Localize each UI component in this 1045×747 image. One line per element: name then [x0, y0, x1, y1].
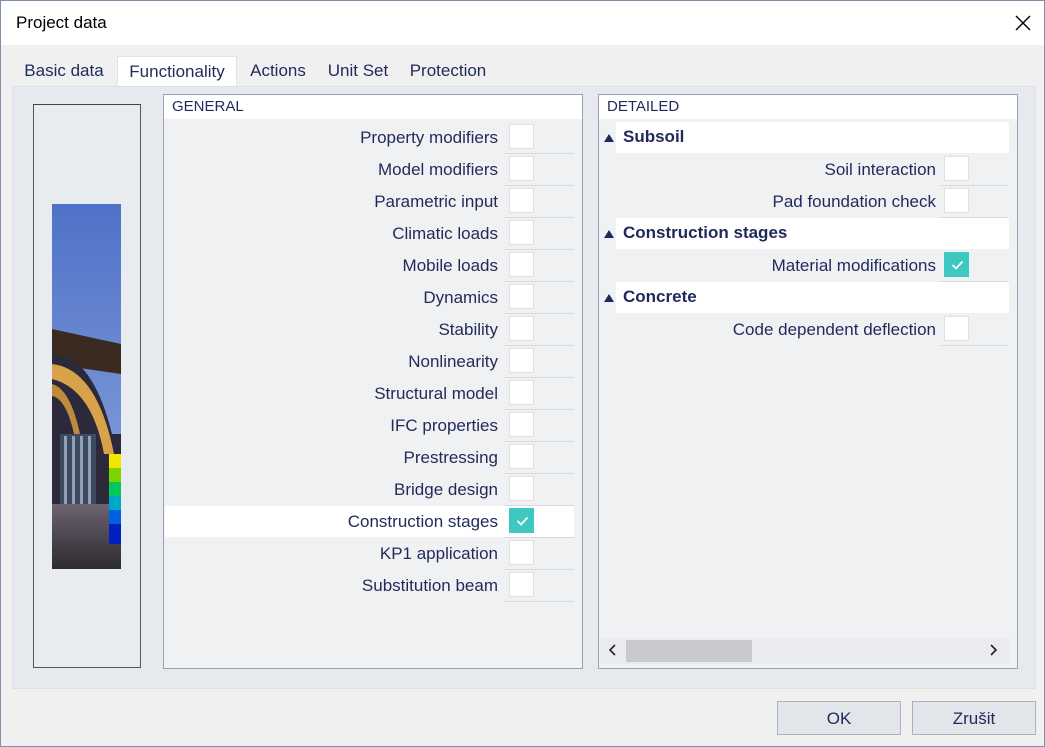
general-item-checkbox[interactable] [509, 188, 534, 213]
window-title: Project data [16, 13, 107, 32]
general-item-checkbox[interactable] [509, 124, 534, 149]
detailed-section-header[interactable]: Concrete [604, 282, 1009, 313]
row-divider [505, 601, 574, 602]
detailed-item-checkbox[interactable] [944, 156, 969, 181]
general-item-checkbox[interactable] [509, 252, 534, 277]
general-item-label: Model modifiers [378, 160, 498, 179]
detailed-item-label: Pad foundation check [772, 192, 936, 211]
detailed-section-title: Concrete [623, 287, 697, 306]
general-item-label: Dynamics [423, 288, 498, 307]
general-header: GENERAL [164, 95, 582, 119]
project-illustration [52, 204, 121, 569]
general-item-label: Property modifiers [360, 128, 498, 147]
general-item-checkbox[interactable] [509, 348, 534, 373]
tab-functionality[interactable]: Functionality [117, 56, 237, 88]
detailed-item-label: Soil interaction [824, 160, 936, 179]
title-bar: Project data [1, 1, 1044, 45]
row-divider [940, 185, 1008, 186]
general-item-checkbox[interactable] [509, 284, 534, 309]
general-item-label: Nonlinearity [408, 352, 498, 371]
tab-unit-set[interactable]: Unit Set [321, 56, 395, 86]
general-item-label: KP1 application [379, 544, 498, 563]
scroll-right-icon[interactable] [988, 642, 1000, 663]
detailed-section-header[interactable]: Construction stages [604, 218, 1009, 249]
detailed-item-label: Code dependent deflection [732, 320, 936, 339]
detailed-item[interactable]: Material modifications [616, 250, 936, 281]
general-item-label: Climatic loads [392, 224, 498, 243]
ok-button[interactable]: OK [777, 701, 901, 735]
row-divider [940, 345, 1008, 346]
general-item-label: Prestressing [403, 448, 498, 467]
cancel-button[interactable]: Zrušit [912, 701, 1036, 735]
tab-actions[interactable]: Actions [240, 56, 316, 86]
general-item-checkbox[interactable] [509, 572, 534, 597]
detailed-section-title: Subsoil [623, 127, 685, 146]
general-item-checkbox[interactable] [509, 540, 534, 565]
detailed-item[interactable]: Pad foundation check [616, 186, 936, 217]
collapse-triangle-icon[interactable] [604, 134, 614, 142]
general-item-checkbox[interactable] [509, 508, 534, 533]
general-item-label: Mobile loads [402, 256, 498, 275]
detailed-item[interactable]: Code dependent deflection [616, 314, 936, 345]
general-item-label: Construction stages [347, 512, 498, 531]
detailed-item[interactable]: Soil interaction [616, 154, 936, 185]
detailed-item-label: Material modifications [771, 256, 936, 275]
general-item-label: Bridge design [394, 480, 498, 499]
detailed-section-title: Construction stages [623, 223, 788, 242]
collapse-triangle-icon[interactable] [604, 230, 614, 238]
close-icon[interactable] [1008, 7, 1038, 39]
tab-basic-data[interactable]: Basic data [14, 56, 114, 86]
general-item-label: IFC properties [390, 416, 498, 435]
collapse-triangle-icon[interactable] [604, 294, 614, 302]
detailed-header: DETAILED [599, 95, 1017, 119]
scroll-left-icon[interactable] [606, 642, 618, 663]
general-item-checkbox[interactable] [509, 412, 534, 437]
horizontal-scrollbar[interactable] [600, 638, 1010, 664]
general-item-checkbox[interactable] [509, 156, 534, 181]
general-item-label: Stability [438, 320, 498, 339]
general-item-checkbox[interactable] [509, 476, 534, 501]
general-item-label: Structural model [374, 384, 498, 403]
detailed-item-checkbox[interactable] [944, 188, 969, 213]
detailed-section-header[interactable]: Subsoil [604, 122, 1009, 153]
general-item-checkbox[interactable] [509, 380, 534, 405]
general-item-checkbox[interactable] [509, 444, 534, 469]
general-item-checkbox[interactable] [509, 316, 534, 341]
scroll-thumb[interactable] [626, 640, 752, 662]
tab-protection[interactable]: Protection [400, 56, 496, 86]
general-item-label: Parametric input [374, 192, 498, 211]
detailed-item-checkbox[interactable] [944, 252, 969, 277]
detailed-item-checkbox[interactable] [944, 316, 969, 341]
general-item-label: Substitution beam [361, 576, 498, 595]
general-item-checkbox[interactable] [509, 220, 534, 245]
